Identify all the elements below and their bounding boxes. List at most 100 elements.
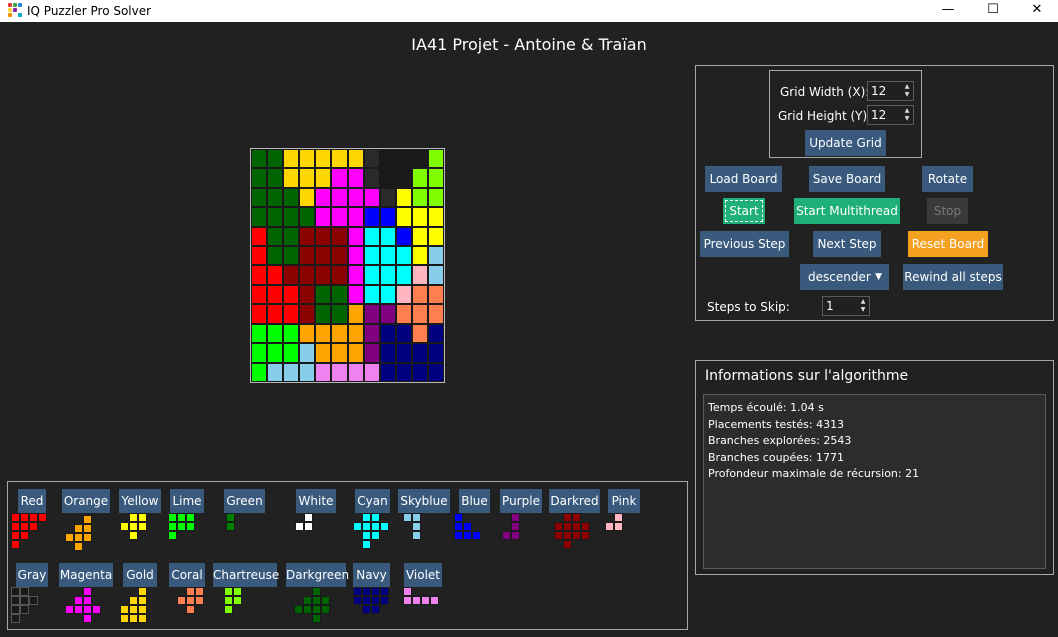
board-cell[interactable] bbox=[379, 304, 396, 324]
grid-height-spinbox[interactable]: 12 ▲ ▼ bbox=[867, 105, 914, 125]
board-cell[interactable] bbox=[427, 304, 444, 324]
board-cell[interactable] bbox=[251, 207, 268, 227]
board-cell[interactable] bbox=[315, 168, 332, 188]
info-text-area[interactable]: Temps écoulé: 1.04 s Placements testés: … bbox=[703, 394, 1046, 569]
board-cell[interactable] bbox=[299, 149, 316, 169]
board-cell[interactable] bbox=[251, 187, 268, 208]
board-cell[interactable] bbox=[267, 304, 284, 324]
rewind-all-steps-button[interactable]: Rewind all steps bbox=[903, 264, 1003, 290]
board-cell[interactable] bbox=[267, 149, 284, 169]
board-cell[interactable] bbox=[331, 226, 348, 247]
board-cell[interactable] bbox=[283, 226, 300, 247]
board-cell[interactable] bbox=[379, 284, 396, 305]
piece-button-cyan[interactable]: Cyan bbox=[355, 489, 390, 513]
board-cell[interactable] bbox=[251, 323, 268, 344]
board-cell[interactable] bbox=[267, 284, 284, 305]
piece-button-pink[interactable]: Pink bbox=[608, 489, 640, 513]
board-cell[interactable] bbox=[299, 343, 316, 363]
board-cell[interactable] bbox=[267, 265, 284, 285]
board-cell[interactable] bbox=[315, 207, 332, 227]
board-cell[interactable] bbox=[363, 246, 380, 266]
board-cell[interactable] bbox=[347, 226, 364, 247]
board-cell[interactable] bbox=[347, 168, 364, 188]
piece-button-skyblue[interactable]: Skyblue bbox=[398, 489, 450, 513]
board-cell[interactable] bbox=[299, 207, 316, 227]
board-cell[interactable] bbox=[427, 168, 444, 188]
reset-board-button[interactable]: Reset Board bbox=[908, 231, 988, 257]
spin-arrows-icon[interactable]: ▲ ▼ bbox=[902, 83, 912, 99]
board-cell[interactable] bbox=[395, 226, 412, 247]
board-cell[interactable] bbox=[379, 362, 396, 382]
board-cell[interactable] bbox=[347, 323, 364, 344]
board-cell[interactable] bbox=[331, 149, 348, 169]
board-cell[interactable] bbox=[283, 323, 300, 344]
board-cell[interactable] bbox=[315, 246, 332, 266]
board-cell[interactable] bbox=[299, 284, 316, 305]
piece-button-darkgreen[interactable]: Darkgreen bbox=[286, 563, 349, 587]
board-cell[interactable] bbox=[267, 207, 284, 227]
board-cell[interactable] bbox=[379, 265, 396, 285]
board-cell[interactable] bbox=[395, 246, 412, 266]
board-cell[interactable] bbox=[379, 207, 396, 227]
board-cell[interactable] bbox=[411, 343, 428, 363]
board-cell[interactable] bbox=[347, 343, 364, 363]
board-cell[interactable] bbox=[283, 343, 300, 363]
board-cell[interactable] bbox=[395, 149, 412, 169]
board-cell[interactable] bbox=[427, 187, 444, 208]
board-cell[interactable] bbox=[411, 265, 428, 285]
maximize-button[interactable]: ☐ bbox=[970, 0, 1016, 22]
board-cell[interactable] bbox=[315, 265, 332, 285]
board-cell[interactable] bbox=[251, 246, 268, 266]
board-cell[interactable] bbox=[299, 304, 316, 324]
board-cell[interactable] bbox=[347, 265, 364, 285]
board-cell[interactable] bbox=[267, 323, 284, 344]
board-cell[interactable] bbox=[411, 284, 428, 305]
board-cell[interactable] bbox=[363, 149, 380, 169]
start-multithread-button[interactable]: Start Multithread bbox=[794, 198, 900, 224]
board-cell[interactable] bbox=[395, 323, 412, 344]
piece-button-lime[interactable]: Lime bbox=[170, 489, 204, 513]
board-cell[interactable] bbox=[251, 149, 268, 169]
board-cell[interactable] bbox=[363, 362, 380, 382]
board-cell[interactable] bbox=[315, 323, 332, 344]
save-board-button[interactable]: Save Board bbox=[809, 166, 885, 192]
piece-button-chartreuse[interactable]: Chartreuse bbox=[213, 563, 279, 587]
board-cell[interactable] bbox=[379, 149, 396, 169]
board-cell[interactable] bbox=[347, 149, 364, 169]
board-cell[interactable] bbox=[315, 362, 332, 382]
board-cell[interactable] bbox=[283, 149, 300, 169]
board-cell[interactable] bbox=[395, 207, 412, 227]
board-cell[interactable] bbox=[411, 304, 428, 324]
next-step-button[interactable]: Next Step bbox=[813, 231, 881, 257]
close-button[interactable]: ✕ bbox=[1014, 0, 1058, 22]
board-cell[interactable] bbox=[427, 265, 444, 285]
piece-button-magenta[interactable]: Magenta bbox=[59, 563, 113, 587]
board-cell[interactable] bbox=[251, 362, 268, 382]
start-button[interactable]: Start bbox=[723, 198, 765, 224]
board-cell[interactable] bbox=[395, 168, 412, 188]
board-cell[interactable] bbox=[315, 226, 332, 247]
piece-button-orange[interactable]: Orange bbox=[62, 489, 110, 513]
piece-button-green[interactable]: Green bbox=[224, 489, 265, 513]
board-cell[interactable] bbox=[251, 168, 268, 188]
board-cell[interactable] bbox=[299, 265, 316, 285]
board-cell[interactable] bbox=[411, 207, 428, 227]
piece-button-darkred[interactable]: Darkred bbox=[549, 489, 600, 513]
board-cell[interactable] bbox=[363, 187, 380, 208]
board-cell[interactable] bbox=[315, 343, 332, 363]
grid-width-spinbox[interactable]: 12 ▲ ▼ bbox=[867, 81, 914, 101]
board-cell[interactable] bbox=[347, 246, 364, 266]
spin-arrows-icon[interactable]: ▲ ▼ bbox=[902, 107, 912, 123]
board-cell[interactable] bbox=[283, 284, 300, 305]
board-cell[interactable] bbox=[395, 284, 412, 305]
board-cell[interactable] bbox=[379, 226, 396, 247]
board-cell[interactable] bbox=[251, 226, 268, 247]
board-cell[interactable] bbox=[363, 226, 380, 247]
board-cell[interactable] bbox=[411, 226, 428, 247]
board-cell[interactable] bbox=[427, 284, 444, 305]
board-cell[interactable] bbox=[331, 187, 348, 208]
board-cell[interactable] bbox=[331, 343, 348, 363]
board-cell[interactable] bbox=[411, 362, 428, 382]
board-cell[interactable] bbox=[363, 304, 380, 324]
board-cell[interactable] bbox=[411, 149, 428, 169]
